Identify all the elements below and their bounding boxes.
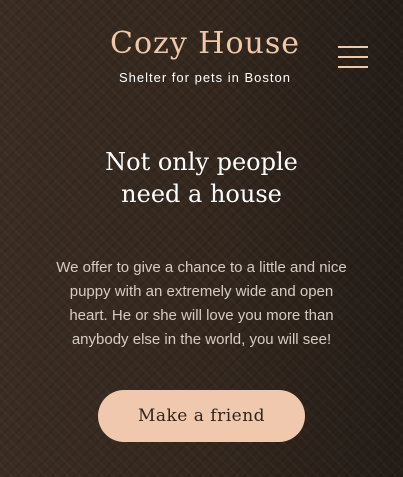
hero-title-line-2: need a house (121, 180, 282, 208)
logo-title[interactable]: Cozy House (90, 24, 320, 64)
logo[interactable]: Cozy House Shelter for pets in Boston (90, 24, 320, 86)
hero-title-line-1: Not only people (105, 148, 298, 176)
hero-description: We offer to give a chance to a little an… (56, 259, 347, 348)
make-a-friend-button[interactable]: Make a friend (98, 390, 305, 442)
hamburger-line (338, 46, 368, 48)
hero-title: Not only people need a house (0, 146, 403, 210)
logo-subtitle: Shelter for pets in Boston (119, 70, 291, 85)
hamburger-line (338, 66, 368, 68)
hamburger-menu-icon[interactable] (338, 43, 370, 71)
hamburger-line (338, 56, 368, 58)
site-header: Cozy House Shelter for pets in Boston (0, 0, 403, 100)
